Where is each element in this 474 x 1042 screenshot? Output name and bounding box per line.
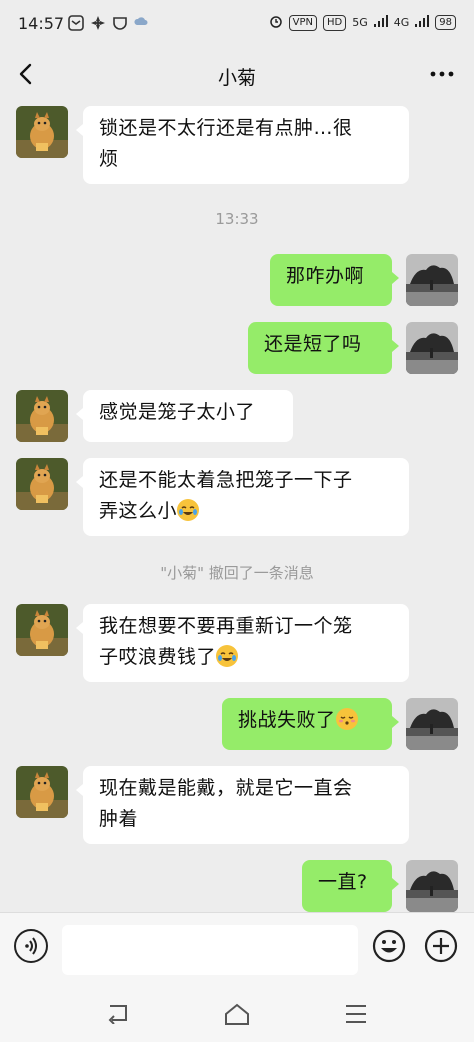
vpn-badge: VPN xyxy=(288,14,317,31)
message-text: 那咋办啊 xyxy=(286,265,365,287)
contact-avatar[interactable] xyxy=(16,766,68,818)
self-avatar[interactable] xyxy=(406,698,458,750)
laughing-tears-emoji-icon xyxy=(216,645,239,667)
message-text: 肿着 xyxy=(99,808,139,830)
message-text: 锁还是不太行还是有点肿…很 xyxy=(99,117,353,139)
message-text: 现在戴是能戴，就是它一直会 xyxy=(99,777,353,799)
battery-indicator: 98 xyxy=(435,15,456,30)
message-bubble[interactable]: 那咋办啊 xyxy=(270,254,399,306)
message-bubble[interactable]: 一直? xyxy=(302,860,399,912)
message-input[interactable] xyxy=(62,925,358,975)
emoji-icon[interactable] xyxy=(372,929,406,963)
message-bubble[interactable]: 挑战失败了 xyxy=(222,698,399,750)
self-avatar[interactable] xyxy=(406,254,458,306)
self-avatar[interactable] xyxy=(406,860,458,912)
nav-back-icon[interactable] xyxy=(106,1002,130,1028)
signal-icon xyxy=(373,15,388,30)
fan-icon xyxy=(90,15,106,35)
network-5g: 5G xyxy=(352,16,368,29)
nav-home-icon[interactable] xyxy=(223,1002,251,1030)
contact-avatar[interactable] xyxy=(16,390,68,442)
more-icon[interactable] xyxy=(428,60,456,93)
notification-icon xyxy=(68,15,84,35)
message-text: 我在想要不要再重新订一个笼 xyxy=(99,615,353,637)
message-text: 挑战失败了 xyxy=(238,709,336,731)
self-avatar[interactable] xyxy=(406,322,458,374)
input-bar xyxy=(0,912,474,987)
kissing-emoji-icon xyxy=(335,708,358,730)
message-text: 弄这么小 xyxy=(99,500,178,522)
signal-icon-2 xyxy=(415,15,430,30)
message-bubble[interactable]: 锁还是不太行还是有点肿…很 烦 xyxy=(76,106,409,184)
status-bar: 14:57 VPN HD 5G 4G 98 xyxy=(0,0,474,50)
laughing-tears-emoji-icon xyxy=(177,499,200,521)
cloud-icon xyxy=(134,15,148,31)
nav-menu-icon[interactable] xyxy=(344,1004,368,1028)
chat-header: 小菊 xyxy=(0,50,474,100)
contact-avatar[interactable] xyxy=(16,604,68,656)
contact-avatar[interactable] xyxy=(16,106,68,158)
timestamp: 13:33 xyxy=(215,210,259,228)
message-text: 烦 xyxy=(99,148,119,170)
message-bubble[interactable]: 我在想要不要再重新订一个笼 子哎浪费钱了 xyxy=(76,604,409,682)
contact-avatar[interactable] xyxy=(16,458,68,510)
message-bubble[interactable]: 还是不能太着急把笼子一下子 弄这么小 xyxy=(76,458,409,536)
message-bubble[interactable]: 现在戴是能戴，就是它一直会 肿着 xyxy=(76,766,409,844)
message-text: 还是短了吗 xyxy=(264,333,362,355)
message-bubble[interactable]: 感觉是笼子太小了 xyxy=(76,390,293,442)
system-navigation-bar xyxy=(0,986,474,1042)
message-text: 一直? xyxy=(318,871,368,893)
message-bubble[interactable]: 还是短了吗 xyxy=(248,322,399,374)
status-time: 14:57 xyxy=(18,14,65,33)
message-text: 还是不能太着急把笼子一下子 xyxy=(99,469,353,491)
plus-icon[interactable] xyxy=(424,929,458,963)
message-text: 感觉是笼子太小了 xyxy=(99,401,256,423)
chat-title: 小菊 xyxy=(217,67,256,89)
cup-icon xyxy=(112,15,128,35)
status-indicators: VPN HD 5G 4G 98 xyxy=(269,14,456,31)
hd-badge: HD xyxy=(322,14,347,31)
voice-icon[interactable] xyxy=(14,929,48,963)
message-text: 子哎浪费钱了 xyxy=(99,646,217,668)
recall-notice: "小菊" 撤回了一条消息 xyxy=(160,564,314,582)
alarm-icon xyxy=(269,14,283,31)
network-4g: 4G xyxy=(393,16,410,29)
